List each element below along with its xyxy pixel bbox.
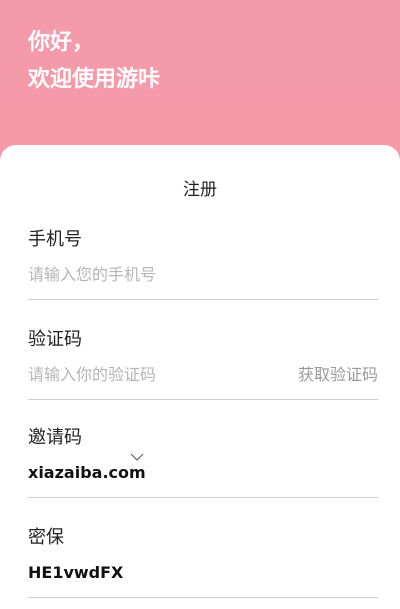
phone-label: 手机号 [28, 229, 82, 250]
get-code-button[interactable]: 获取验证码 [298, 363, 378, 387]
phone-input[interactable]: 请输入您的手机号 [28, 263, 156, 287]
code-label: 验证码 [28, 329, 82, 350]
invite-field: 邀请码 xiazaiba.com [28, 425, 378, 525]
register-screen: 你好， 欢迎使用游咔 注册 手机号 请输入您的手机号 验证码 请输入你的验证码 … [0, 0, 400, 609]
security-label: 密保 [28, 527, 64, 548]
welcome-greeting: 你好， 欢迎使用游咔 [28, 24, 160, 98]
security-field: 密保 HE1vwdFX [28, 525, 378, 609]
register-card: 注册 手机号 请输入您的手机号 验证码 请输入你的验证码 获取验证码 邀请码 x… [0, 145, 400, 609]
phone-field: 手机号 请输入您的手机号 [28, 227, 378, 327]
invite-divider [28, 497, 378, 498]
form-title: 注册 [183, 180, 217, 200]
security-divider [28, 597, 378, 598]
code-input[interactable]: 请输入你的验证码 [28, 363, 156, 387]
code-divider [28, 399, 378, 400]
greeting-line-2: 欢迎使用游咔 [28, 67, 161, 92]
invite-input[interactable]: xiazaiba.com [28, 461, 146, 485]
invite-label: 邀请码 [28, 427, 82, 448]
greeting-line-1: 你好， [28, 30, 95, 55]
chevron-down-icon[interactable] [130, 453, 144, 461]
code-field: 验证码 请输入你的验证码 获取验证码 [28, 327, 378, 427]
security-input[interactable]: HE1vwdFX [28, 561, 123, 585]
phone-divider [28, 299, 378, 300]
